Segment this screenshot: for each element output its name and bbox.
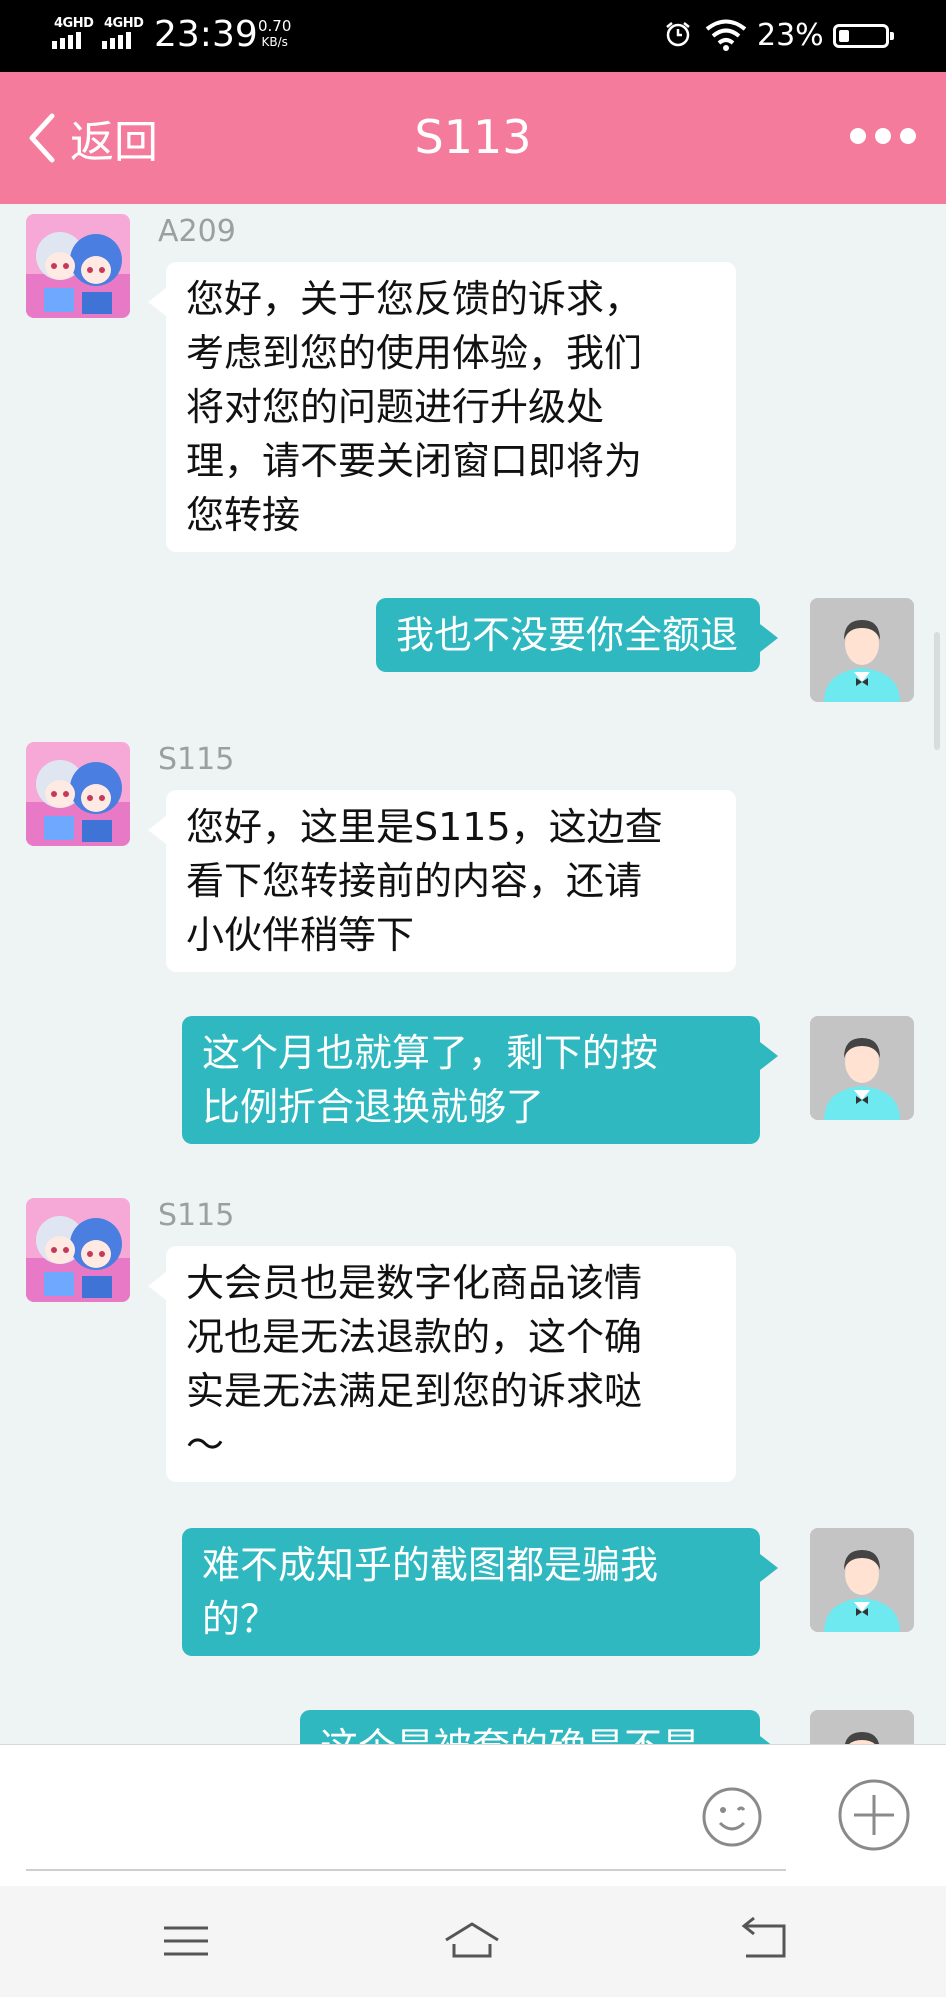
chat-header: 返回 S113 xyxy=(0,72,946,204)
home-icon[interactable] xyxy=(442,1916,502,1966)
alarm-icon xyxy=(666,22,690,47)
message-input-bar xyxy=(0,1744,946,1887)
plus-circle-icon[interactable] xyxy=(836,1777,912,1853)
network-type-2: 4GHD xyxy=(104,16,144,31)
emoji-icon[interactable] xyxy=(700,1785,764,1849)
user-avatar[interactable] xyxy=(810,1710,914,1744)
agent-avatar[interactable] xyxy=(26,1198,130,1302)
user-avatar[interactable] xyxy=(810,1528,914,1632)
message-bubble-incoming[interactable]: 您好，关于您反馈的诉求， 考虑到您的使用体验，我们 将对您的问题进行升级处 理，… xyxy=(148,262,736,552)
network-speed: 0.70 KB/s xyxy=(258,18,291,50)
system-nav-bar xyxy=(0,1886,946,1997)
menu-icon[interactable] xyxy=(156,1916,216,1966)
message-bubble-outgoing[interactable]: 我也不没要你全额退 xyxy=(375,598,779,672)
more-button[interactable] xyxy=(850,128,916,144)
page-title: S113 xyxy=(414,110,532,164)
wifi-icon xyxy=(705,19,747,51)
scrollbar[interactable] xyxy=(934,632,940,750)
user-avatar[interactable] xyxy=(810,1016,914,1120)
speed-unit: KB/s xyxy=(261,35,288,49)
message-bubble-incoming[interactable]: 大会员也是数字化商品该情 况也是无法退款的，这个确 实是无法满足到您的诉求哒 ～ xyxy=(148,1246,736,1482)
more-dots-icon xyxy=(850,128,866,144)
back-arrow-icon[interactable] xyxy=(734,1916,794,1966)
message-bubble-outgoing[interactable]: 这个月也就算了，剩下的按 比例折合退换就够了 xyxy=(182,1016,778,1144)
message-input[interactable] xyxy=(26,1773,786,1871)
network-type-1: 4GHD xyxy=(54,16,94,31)
agent-avatar[interactable] xyxy=(26,742,130,846)
message-bubble-outgoing[interactable]: 这个是被套的确是不是 xyxy=(300,1710,778,1744)
chat-list[interactable]: A209 您好，关于您反馈的诉求， 考虑到您的使用体验，我们 将对您的问题进行升… xyxy=(0,204,946,1744)
message-bubble-incoming[interactable]: 您好，这里是S115，这边查 看下您转接前的内容，还请 小伙伴稍等下 xyxy=(148,790,736,972)
sender-name: A209 xyxy=(158,214,236,249)
battery-icon xyxy=(833,24,894,48)
status-bar: 4GHD 4GHD 23:39 0.70 KB/s 23% xyxy=(0,0,946,72)
sender-name: S115 xyxy=(158,742,235,777)
battery-percent: 23% xyxy=(757,18,824,53)
sender-name: S115 xyxy=(158,1198,235,1233)
speed-value: 0.70 xyxy=(258,17,292,35)
user-avatar[interactable] xyxy=(810,598,914,702)
agent-avatar[interactable] xyxy=(26,214,130,318)
message-bubble-outgoing[interactable]: 难不成知乎的截图都是骗我 的？ xyxy=(182,1528,778,1656)
clock: 23:39 xyxy=(154,14,258,55)
